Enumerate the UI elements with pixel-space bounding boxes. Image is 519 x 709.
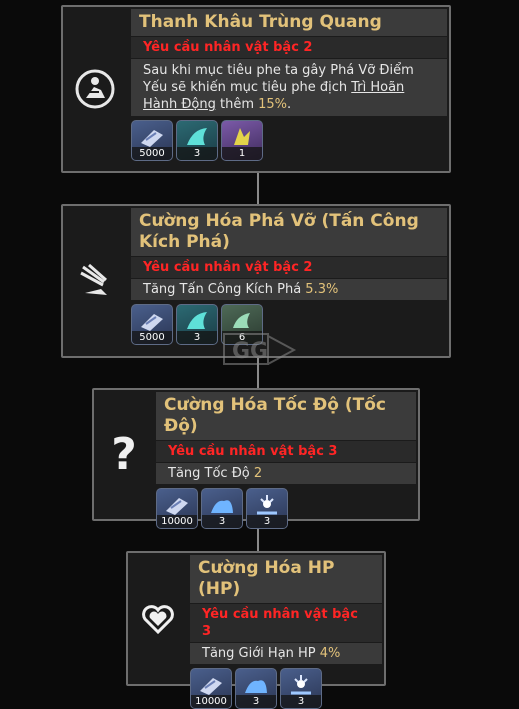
trace-description: Tăng Giới Hạn HP 4% [190, 643, 382, 664]
material-list: 5000 3 6 [131, 300, 447, 345]
trace-card-hp[interactable]: Cường Hóa HP (HP) Yêu cầu nhân vật bậc 3… [126, 551, 386, 709]
material-credit[interactable]: 5000 [131, 304, 173, 345]
trace-card-break-effect[interactable]: Cường Hóa Phá Vỡ (Tấn Công Kích Phá) Yêu… [61, 204, 451, 358]
material-teal[interactable]: 3 [176, 304, 218, 345]
material-credit[interactable]: 5000 [131, 120, 173, 161]
blue-material-icon [245, 680, 267, 693]
material-list: 10000 3 3 [156, 484, 416, 529]
trace-card-speed[interactable]: ? Cường Hóa Tốc Độ (Tốc Độ) Yêu cầu nhân… [92, 388, 420, 529]
action-delay-link[interactable]: Hành Động [143, 97, 216, 112]
material-purple[interactable]: 1 [221, 120, 263, 161]
material-green[interactable]: 6 [221, 304, 263, 345]
green-material-icon [233, 313, 250, 328]
desc-text: Tăng Tốc Độ [168, 466, 254, 481]
desc-text: Yếu sẽ khiến mục tiêu phe địch [143, 80, 352, 95]
spark-material-icon [291, 675, 311, 695]
material-count: 3 [247, 515, 287, 528]
title-line: Kích Phá) [139, 232, 230, 252]
title-line: Cường Hóa Phá Vỡ (Tấn Công [139, 211, 419, 231]
material-spark[interactable]: 3 [280, 668, 322, 709]
material-count: 5000 [132, 331, 172, 344]
trace-title: Thanh Khâu Trùng Quang [131, 9, 447, 36]
person-circle-icon [75, 69, 115, 109]
trace-icon-col [128, 553, 188, 684]
material-count: 3 [177, 331, 217, 344]
tree-connector [257, 357, 259, 390]
material-count: 3 [177, 147, 217, 160]
trace-requirement: Yêu cầu nhân vật bậc 3 [156, 441, 416, 462]
trace-requirement: Yêu cầu nhân vật bậc 3 [190, 604, 382, 642]
purple-material-icon [234, 128, 250, 145]
material-blue[interactable]: 3 [235, 668, 277, 709]
material-count: 10000 [191, 695, 231, 708]
material-blue[interactable]: 3 [201, 488, 243, 529]
spark-material-icon [257, 495, 277, 515]
desc-value: 5.3% [305, 282, 339, 297]
action-delay-link[interactable]: Trì Hoãn [351, 80, 404, 95]
desc-text: Tăng Tấn Công Kích Phá [143, 282, 306, 297]
material-credit[interactable]: 10000 [190, 668, 232, 709]
trace-icon-col [63, 7, 127, 171]
blue-material-icon [211, 500, 233, 513]
desc-text: thêm [215, 97, 259, 112]
desc-text: Tăng Giới Hạn HP [202, 646, 320, 661]
material-count: 3 [281, 695, 321, 708]
trace-icon-col: ? [94, 390, 154, 519]
material-teal[interactable]: 3 [176, 120, 218, 161]
trace-card-thanh-khau[interactable]: Thanh Khâu Trùng Quang Yêu cầu nhân vật … [61, 5, 451, 173]
tree-connector [257, 172, 259, 206]
desc-value: 4% [319, 646, 341, 661]
trace-title: Cường Hóa Phá Vỡ (Tấn Công Kích Phá) [131, 208, 447, 256]
material-list: 5000 3 1 [131, 116, 447, 161]
desc-line: Hành Động thêm 15%. [143, 96, 435, 113]
material-spark[interactable]: 3 [246, 488, 288, 529]
material-count: 1 [222, 147, 262, 160]
desc-value: 2 [253, 466, 263, 481]
desc-line: Yếu sẽ khiến mục tiêu phe địch Trì Hoãn [143, 79, 435, 96]
material-count: 6 [222, 331, 262, 344]
desc-line: Sau khi mục tiêu phe ta gây Phá Vỡ Điểm [143, 63, 414, 78]
trace-requirement: Yêu cầu nhân vật bậc 2 [131, 257, 447, 278]
material-count: 10000 [157, 515, 197, 528]
trace-title: Cường Hóa Tốc Độ (Tốc Độ) [156, 392, 416, 440]
desc-text: . [287, 97, 292, 112]
teal-material-icon [187, 128, 207, 145]
credit-icon [166, 498, 188, 515]
trace-description: Sau khi mục tiêu phe ta gây Phá Vỡ Điểm … [131, 59, 447, 116]
material-list: 10000 3 3 [190, 664, 382, 709]
material-credit[interactable]: 10000 [156, 488, 198, 529]
material-count: 3 [202, 515, 242, 528]
material-count: 5000 [132, 147, 172, 160]
desc-value: 15% [258, 97, 288, 112]
heart-icon [142, 604, 174, 634]
credit-icon [200, 678, 222, 695]
credit-icon [141, 314, 163, 331]
trace-icon-col [63, 206, 127, 356]
trace-description: Tăng Tấn Công Kích Phá 5.3% [131, 279, 447, 300]
question-mark-icon: ? [111, 429, 137, 480]
trace-title: Cường Hóa HP (HP) [190, 555, 382, 603]
credit-icon [141, 130, 163, 147]
trace-requirement: Yêu cầu nhân vật bậc 2 [131, 37, 447, 58]
material-count: 3 [236, 695, 276, 708]
break-burst-icon [80, 263, 107, 295]
teal-material-icon [187, 312, 207, 329]
trace-description: Tăng Tốc Độ 2 [156, 463, 416, 484]
